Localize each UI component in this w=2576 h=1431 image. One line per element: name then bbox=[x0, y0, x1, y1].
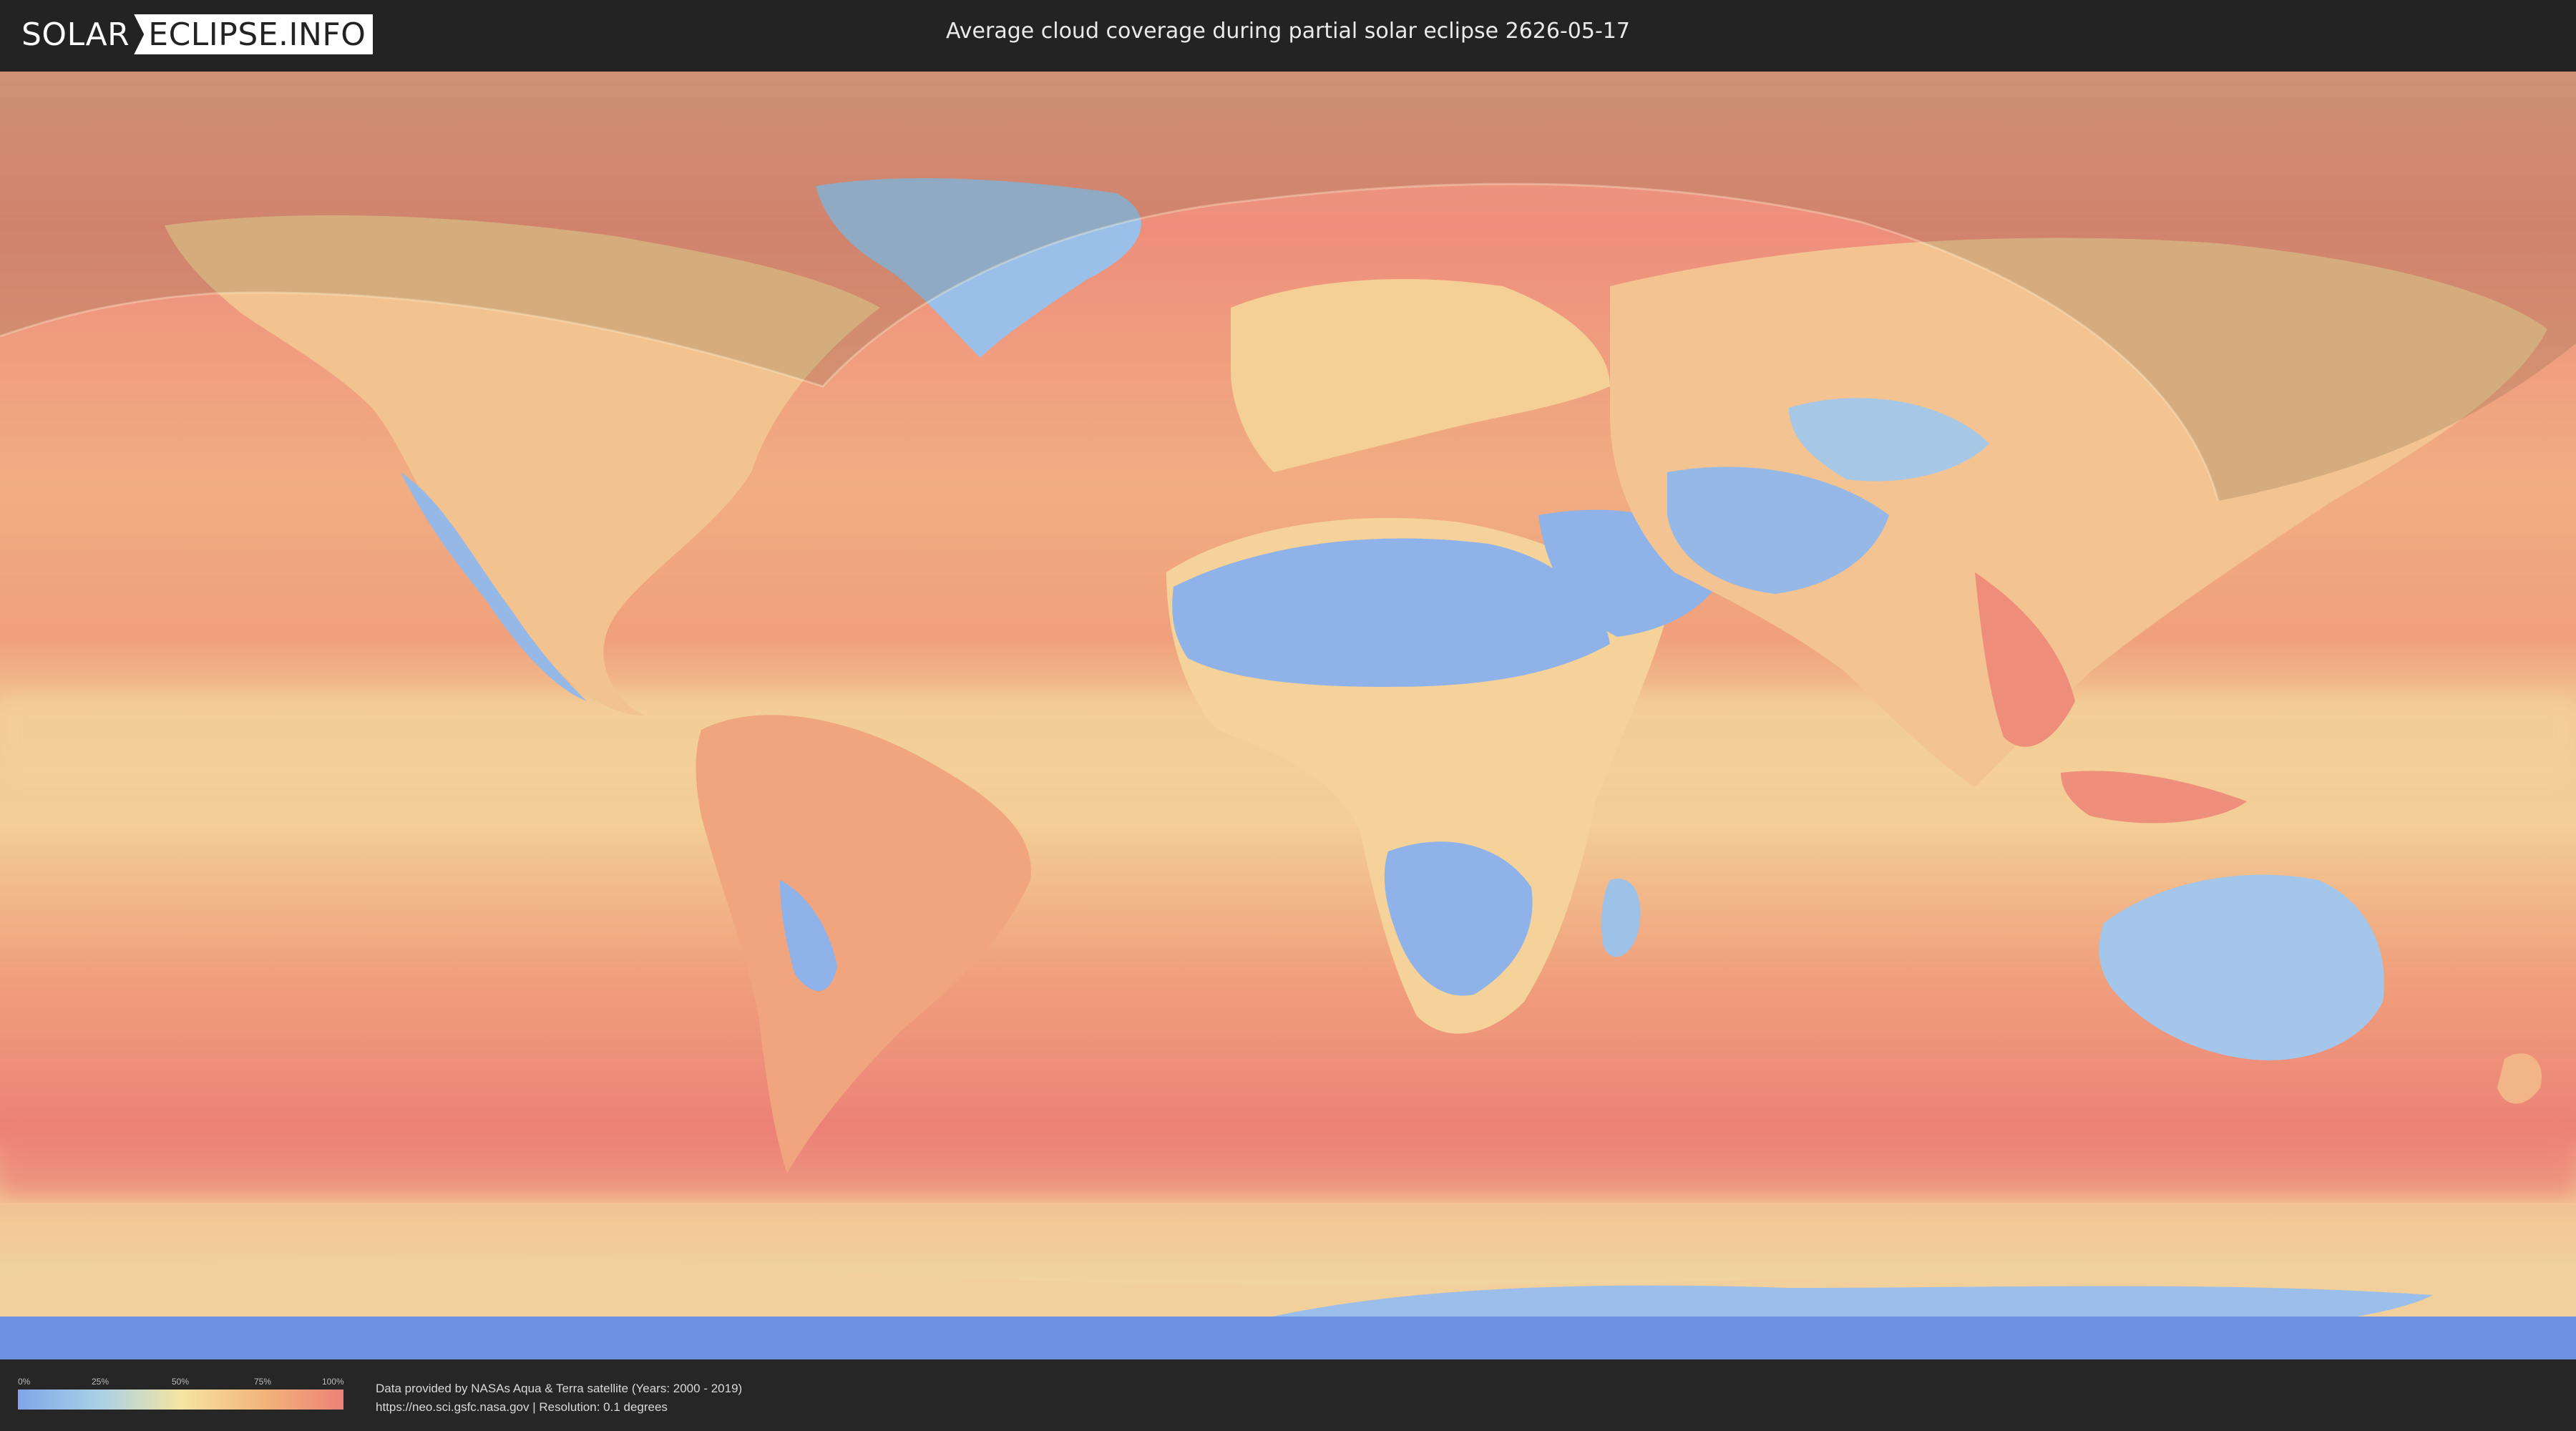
legend-tick-100: 100% bbox=[322, 1377, 344, 1387]
legend-ticks: 0% 25% 50% 75% 100% bbox=[18, 1377, 344, 1390]
cloud-coverage-map bbox=[0, 72, 2576, 1359]
credits-line-1: Data provided by NASAs Aqua & Terra sate… bbox=[376, 1382, 743, 1395]
credits-line-2: https://neo.sci.gsfc.nasa.gov | Resoluti… bbox=[376, 1400, 668, 1414]
cloud-coverage-legend: 0% 25% 50% 75% 100% bbox=[18, 1377, 344, 1410]
map-svg bbox=[0, 72, 2576, 1359]
header-bar: SOLAR ECLIPSE.INFO Average cloud coverag… bbox=[0, 0, 2576, 72]
footer-bar: 0% 25% 50% 75% 100% Data provided by NAS… bbox=[0, 1359, 2576, 1431]
legend-tick-25: 25% bbox=[92, 1377, 109, 1387]
legend-tick-0: 0% bbox=[18, 1377, 31, 1387]
legend-tick-50: 50% bbox=[172, 1377, 190, 1387]
legend-tick-75: 75% bbox=[254, 1377, 272, 1387]
page-title: Average cloud coverage during partial so… bbox=[946, 19, 1630, 44]
data-credits: Data provided by NASAs Aqua & Terra sate… bbox=[376, 1379, 742, 1417]
legend-color-bar bbox=[18, 1390, 343, 1410]
south-ocean-band bbox=[0, 1116, 2576, 1195]
